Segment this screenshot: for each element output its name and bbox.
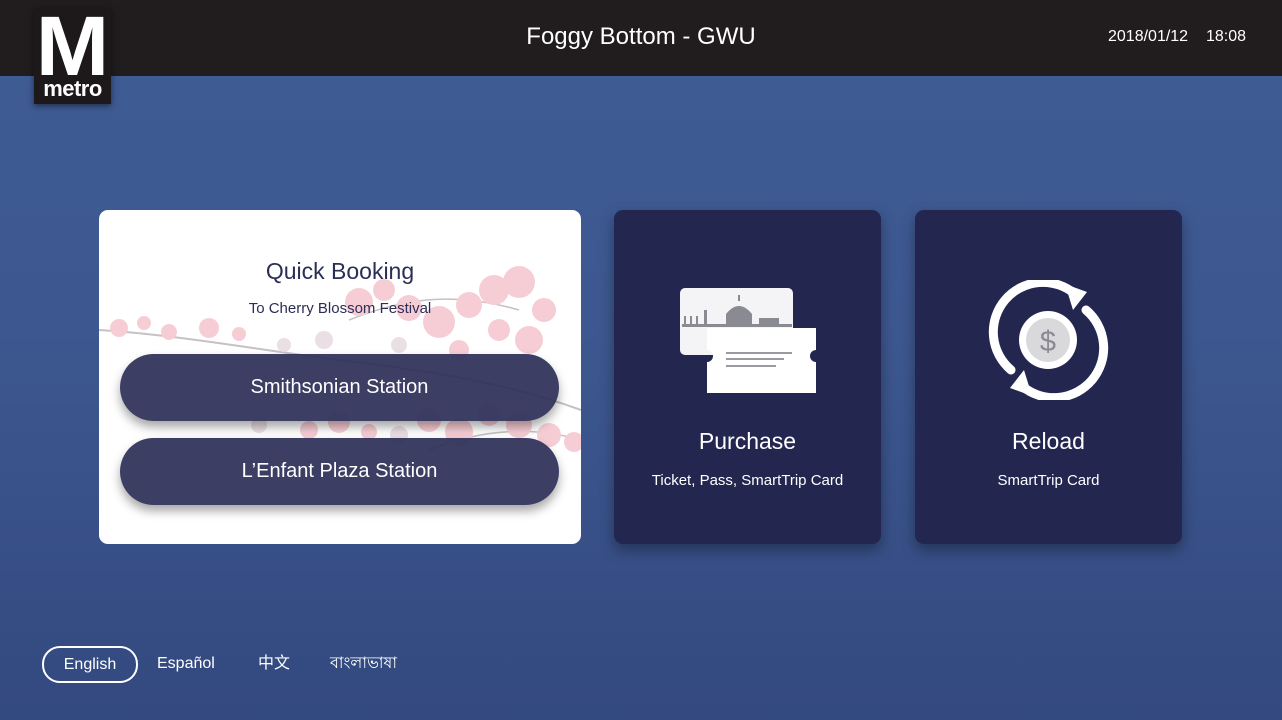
purchase-card[interactable]: Purchase Ticket, Pass, SmartTrip Card — [614, 210, 881, 544]
time-label: 18:08 — [1206, 28, 1247, 45]
quick-booking-title: Quick Booking — [265, 258, 415, 284]
header-bar: Foggy Bottom - GWU 2018/01/12 18:08 — [0, 0, 1282, 76]
language-english[interactable]: English — [42, 646, 138, 683]
language-bengali[interactable]: বাংলাভাষা — [330, 655, 397, 673]
metro-logo: M metro — [34, 0, 111, 104]
ticket-icon — [680, 288, 816, 393]
dollar-symbol: $ — [1040, 326, 1056, 358]
reload-title: Reload — [1012, 428, 1085, 454]
purchase-title: Purchase — [698, 428, 797, 454]
language-espanol[interactable]: Español — [157, 655, 215, 673]
date-label: 2018/01/12 — [1108, 28, 1189, 45]
reload-dollar-icon: $ — [988, 280, 1109, 400]
smithsonian-station-button[interactable]: Smithsonian Station — [120, 354, 559, 421]
logo-letter: M — [35, 0, 110, 93]
reload-card[interactable]: $ Reload SmartTrip Card — [915, 210, 1182, 544]
reload-subtitle: SmartTrip Card — [997, 472, 1100, 489]
quick-booking-subtitle: To Cherry Blossom Festival — [248, 300, 432, 317]
language-chinese[interactable]: 中文 — [258, 655, 290, 673]
lenfant-plaza-station-button[interactable]: L’Enfant Plaza Station — [120, 438, 559, 505]
logo-word: metro — [43, 76, 102, 101]
quick-booking-card: Quick Booking To Cherry Blossom Festival… — [99, 210, 581, 544]
station-title: Foggy Bottom - GWU — [526, 23, 756, 50]
purchase-subtitle: Ticket, Pass, SmartTrip Card — [651, 472, 844, 489]
